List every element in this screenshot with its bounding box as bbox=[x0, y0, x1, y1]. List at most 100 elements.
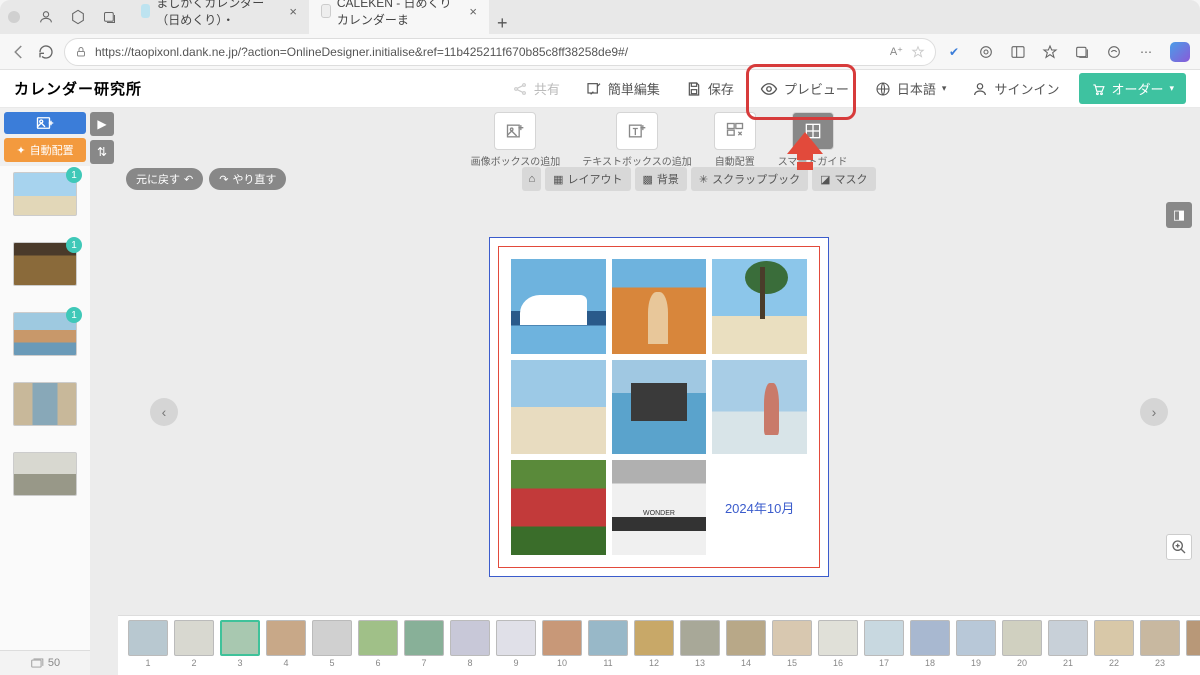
filmstrip-page[interactable]: 8 bbox=[450, 620, 490, 668]
tray-thumbnail[interactable] bbox=[13, 382, 77, 426]
signin-button[interactable]: サインイン bbox=[966, 75, 1065, 102]
close-tab-icon[interactable]: × bbox=[289, 4, 297, 19]
tray-thumbnail[interactable]: 1 bbox=[13, 172, 77, 216]
filmstrip-thumbnail[interactable] bbox=[726, 620, 766, 656]
extension-icon[interactable] bbox=[978, 44, 994, 60]
redo-button[interactable]: ↷ やり直す bbox=[209, 168, 286, 190]
filmstrip-page[interactable]: 23 bbox=[1140, 620, 1180, 668]
photo-cell[interactable] bbox=[712, 259, 807, 354]
photo-cell[interactable] bbox=[612, 259, 707, 354]
photo-cell[interactable] bbox=[612, 360, 707, 455]
filmstrip-page[interactable]: 12 bbox=[634, 620, 674, 668]
workspace-icon[interactable] bbox=[70, 9, 86, 25]
language-selector[interactable]: 日本語 ▾ bbox=[869, 75, 953, 102]
copilot-icon[interactable] bbox=[1170, 42, 1190, 62]
filmstrip-page[interactable]: 14 bbox=[726, 620, 766, 668]
filmstrip-page[interactable]: 15 bbox=[772, 620, 812, 668]
background-tab[interactable]: ▩背景 bbox=[635, 167, 687, 191]
filmstrip-page[interactable]: 19 bbox=[956, 620, 996, 668]
favorites-icon[interactable] bbox=[1042, 44, 1058, 60]
more-icon[interactable]: ⋯ bbox=[1138, 44, 1154, 60]
filmstrip-thumbnail[interactable] bbox=[634, 620, 674, 656]
read-aloud-icon[interactable]: A⁺ bbox=[890, 45, 903, 58]
layout-tab[interactable]: ▦レイアウト bbox=[545, 167, 630, 191]
filmstrip-page[interactable]: 18 bbox=[910, 620, 950, 668]
filmstrip-thumbnail[interactable] bbox=[220, 620, 260, 656]
photo-cell[interactable] bbox=[511, 360, 606, 455]
tabs-icon[interactable] bbox=[102, 10, 117, 25]
filmstrip-page[interactable]: 17 bbox=[864, 620, 904, 668]
filmstrip-thumbnail[interactable] bbox=[956, 620, 996, 656]
filmstrip-page[interactable]: 3 bbox=[220, 620, 260, 668]
filmstrip-page[interactable]: 9 bbox=[496, 620, 536, 668]
photo-tray-list[interactable]: 1 1 1 bbox=[0, 166, 90, 650]
tray-thumbnail[interactable]: 1 bbox=[13, 312, 77, 356]
browser-tab[interactable]: ましかくカレンダー（日めくり）・ × bbox=[129, 0, 309, 34]
filmstrip-thumbnail[interactable] bbox=[128, 620, 168, 656]
new-tab-button[interactable]: + bbox=[497, 13, 508, 34]
order-button[interactable]: オーダー ▾ bbox=[1079, 73, 1186, 104]
filmstrip-page[interactable]: 24 bbox=[1186, 620, 1200, 668]
filmstrip-page[interactable]: 21 bbox=[1048, 620, 1088, 668]
filmstrip-page[interactable]: 7 bbox=[404, 620, 444, 668]
filmstrip-thumbnail[interactable] bbox=[404, 620, 444, 656]
filmstrip-thumbnail[interactable] bbox=[910, 620, 950, 656]
profile-icon[interactable] bbox=[38, 9, 54, 25]
back-button[interactable] bbox=[10, 43, 28, 61]
extension-icon[interactable] bbox=[1106, 44, 1122, 60]
filmstrip-page[interactable]: 20 bbox=[1002, 620, 1042, 668]
panel-toggle-button[interactable]: ◨ bbox=[1166, 202, 1192, 228]
add-photos-button[interactable] bbox=[4, 112, 86, 134]
refresh-button[interactable] bbox=[38, 44, 54, 60]
save-button[interactable]: 保存 bbox=[680, 75, 740, 102]
home-button[interactable]: ⌂ bbox=[522, 167, 541, 191]
add-text-box-tool[interactable]: テキストボックスの追加 bbox=[582, 112, 691, 168]
photo-cell[interactable] bbox=[511, 259, 606, 354]
undo-button[interactable]: 元に戻す ↶ bbox=[126, 168, 203, 190]
filmstrip-thumbnail[interactable] bbox=[312, 620, 352, 656]
photo-cell[interactable]: WONDER bbox=[612, 460, 707, 555]
zoom-in-button[interactable] bbox=[1166, 534, 1192, 560]
photo-cell[interactable] bbox=[712, 360, 807, 455]
filmstrip-thumbnail[interactable] bbox=[772, 620, 812, 656]
url-input[interactable]: https://taopixonl.dank.ne.jp/?action=Onl… bbox=[64, 38, 936, 66]
app-logo[interactable]: カレンダー研究所 bbox=[14, 78, 142, 99]
page-filmstrip[interactable]: 123456789101112131415161718192021222324 bbox=[118, 615, 1200, 675]
filmstrip-thumbnail[interactable] bbox=[1002, 620, 1042, 656]
date-cell[interactable]: 2024年10月 bbox=[712, 460, 807, 555]
filmstrip-page[interactable]: 1 bbox=[128, 620, 168, 668]
extension-icon[interactable]: ✔ bbox=[946, 44, 962, 60]
photo-cell[interactable] bbox=[511, 460, 606, 555]
canvas-area[interactable]: ‹ › WONDER 2024年10月 bbox=[118, 194, 1200, 630]
toggle-tray-button[interactable]: ▶ bbox=[90, 112, 114, 136]
filmstrip-thumbnail[interactable] bbox=[174, 620, 214, 656]
traffic-light-dot[interactable] bbox=[8, 11, 20, 23]
filmstrip-page[interactable]: 11 bbox=[588, 620, 628, 668]
easy-edit-button[interactable]: 簡単編集 bbox=[580, 75, 666, 102]
preview-button[interactable]: プレビュー bbox=[754, 75, 855, 102]
filmstrip-thumbnail[interactable] bbox=[450, 620, 490, 656]
filmstrip-page[interactable]: 13 bbox=[680, 620, 720, 668]
filmstrip-page[interactable]: 22 bbox=[1094, 620, 1134, 668]
tray-thumbnail[interactable] bbox=[13, 452, 77, 496]
page-frame[interactable]: WONDER 2024年10月 bbox=[489, 237, 829, 577]
filmstrip-page[interactable]: 6 bbox=[358, 620, 398, 668]
filmstrip-page[interactable]: 4 bbox=[266, 620, 306, 668]
collections-icon[interactable] bbox=[1074, 44, 1090, 60]
filmstrip-page[interactable]: 2 bbox=[174, 620, 214, 668]
filmstrip-thumbnail[interactable] bbox=[542, 620, 582, 656]
sort-button[interactable]: ⇅ bbox=[90, 140, 114, 164]
filmstrip-thumbnail[interactable] bbox=[358, 620, 398, 656]
filmstrip-thumbnail[interactable] bbox=[1140, 620, 1180, 656]
close-tab-icon[interactable]: × bbox=[469, 4, 477, 19]
filmstrip-thumbnail[interactable] bbox=[680, 620, 720, 656]
filmstrip-page[interactable]: 16 bbox=[818, 620, 858, 668]
filmstrip-thumbnail[interactable] bbox=[864, 620, 904, 656]
filmstrip-thumbnail[interactable] bbox=[1186, 620, 1200, 656]
add-image-box-tool[interactable]: 画像ボックスの追加 bbox=[471, 112, 561, 168]
filmstrip-thumbnail[interactable] bbox=[1048, 620, 1088, 656]
filmstrip-thumbnail[interactable] bbox=[588, 620, 628, 656]
filmstrip-page[interactable]: 10 bbox=[542, 620, 582, 668]
tray-thumbnail[interactable]: 1 bbox=[13, 242, 77, 286]
auto-layout-tool[interactable]: 自動配置 bbox=[714, 112, 756, 168]
